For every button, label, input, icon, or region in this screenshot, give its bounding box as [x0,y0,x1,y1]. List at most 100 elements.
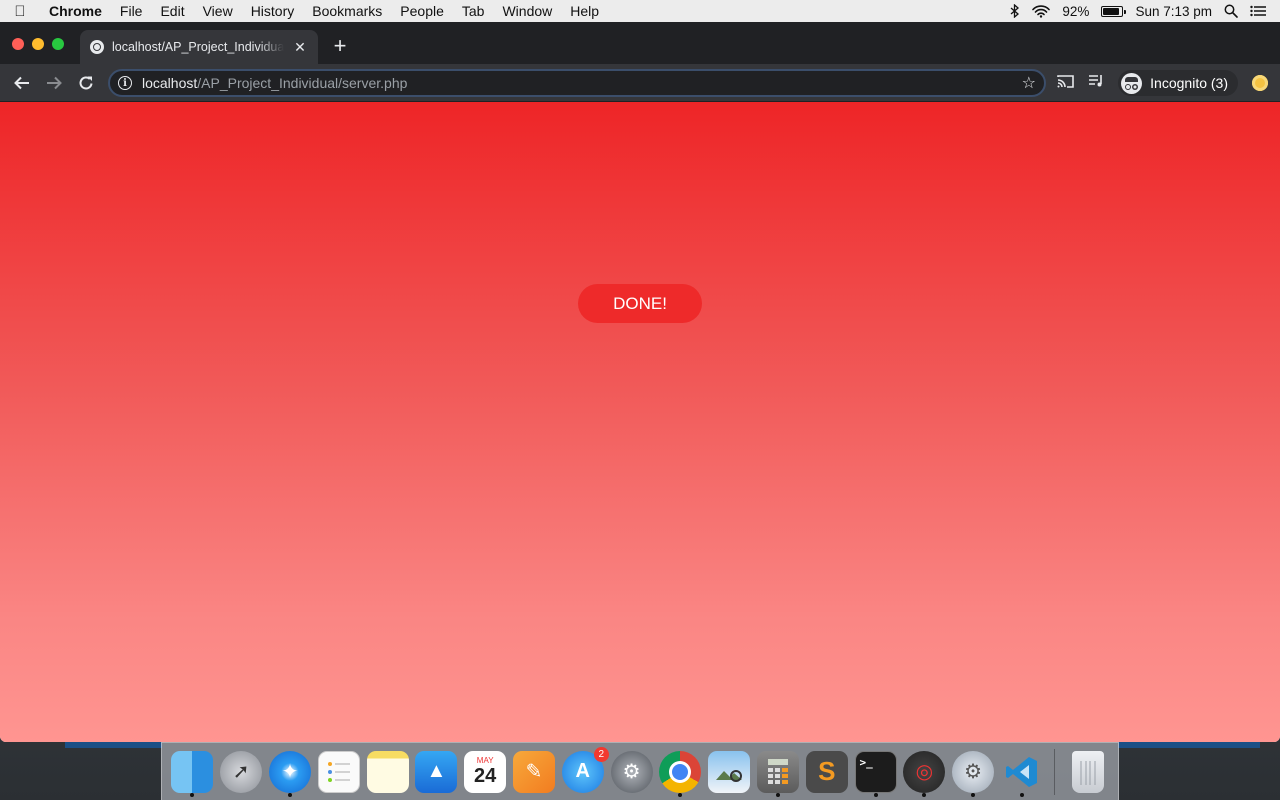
dock-item-trash[interactable] [1063,746,1112,798]
tab-title: localhost/AP_Project_Individual/server.p… [112,40,284,54]
running-indicator [922,792,927,797]
forward-button[interactable] [40,69,68,97]
safari-icon: ✦ [268,750,311,793]
calendar-month: MAY [476,755,494,765]
extension-icon[interactable] [1252,75,1268,91]
done-button[interactable]: DONE! [578,284,702,323]
incognito-icon [1121,72,1143,94]
calendar-day: 24 [474,764,497,787]
menu-edit[interactable]: Edit [151,0,193,22]
dock-item-chrome[interactable] [656,746,705,798]
menu-view[interactable]: View [194,0,242,22]
media-controls-icon[interactable] [1088,74,1104,92]
launchpad-icon: ➚ [220,750,263,793]
dock-separator [1054,748,1056,795]
preview-icon [708,750,751,793]
profile-label: Incognito (3) [1150,75,1228,91]
menu-bookmarks[interactable]: Bookmarks [303,0,391,22]
status-area: 92% Sun 7:13 pm [1010,0,1280,22]
running-indicator [287,792,292,797]
tab-close-icon[interactable]: ✕ [292,39,308,56]
finder-icon [171,750,214,793]
dock-item-app-store[interactable]: A2 [558,746,609,798]
menu-people[interactable]: People [391,0,453,22]
menu-history[interactable]: History [242,0,304,22]
new-tab-button[interactable]: + [330,35,350,57]
notes-icon [366,750,409,793]
running-indicator [971,792,976,797]
apple-menu-icon[interactable]:  [0,3,40,20]
address-bar[interactable]: i localhost/AP_Project_Individual/server… [108,69,1046,97]
vscode-icon [1001,751,1043,793]
running-indicator [678,792,683,797]
system-preferences-icon: ⚙ [610,750,653,793]
menu-help[interactable]: Help [561,0,608,22]
back-button[interactable] [8,69,36,97]
maximize-window-button[interactable] [52,38,64,50]
instruments-icon: ◎ [903,750,946,793]
dock-item-keynote[interactable]: ▲ [412,746,461,798]
bluetooth-icon[interactable] [1010,0,1020,22]
menu-app-chrome[interactable]: Chrome [40,0,111,22]
page-content: DONE! [0,102,1280,742]
chrome-window: localhost/AP_Project_Individual/server.p… [0,22,1280,742]
pages-icon: ✎ [512,750,555,793]
cast-icon[interactable] [1057,74,1074,92]
dock-item-calendar[interactable]: MAY 24 [461,746,510,798]
dock-item-settings[interactable]: ⚙ [949,746,998,798]
spotlight-search-icon[interactable] [1224,0,1238,22]
calculator-icon [756,750,799,793]
dock-item-calculator[interactable] [754,746,803,798]
reminders-icon [317,750,360,793]
globe-favicon-icon [90,40,104,54]
dock-item-instruments[interactable]: ◎ [900,746,949,798]
dock-item-vscode[interactable] [998,746,1047,798]
profile-incognito-button[interactable]: Incognito (3) [1118,70,1238,96]
tab-strip: localhost/AP_Project_Individual/server.p… [0,22,1280,64]
dock-item-system-preferences[interactable]: ⚙ [607,746,656,798]
running-indicator [190,792,195,797]
dock-item-finder[interactable] [168,746,217,798]
calendar-icon: MAY 24 [464,750,507,793]
desktop-window-edge [65,742,162,748]
minimize-window-button[interactable] [32,38,44,50]
menu-tab[interactable]: Tab [453,0,494,22]
dock-item-notes[interactable] [363,746,412,798]
terminal-icon: >_ [854,750,897,793]
close-window-button[interactable] [12,38,24,50]
menu-bar:  Chrome File Edit View History Bookmark… [0,0,1280,22]
tab-active[interactable]: localhost/AP_Project_Individual/server.p… [80,30,318,64]
chrome-icon [659,750,702,793]
site-info-icon[interactable]: i [118,76,132,90]
dock-item-preview[interactable] [705,746,754,798]
wifi-icon[interactable] [1032,0,1051,22]
dock: ➚ ✦ ▲ MAY 24 ✎ A2 ⚙ S >_ ◎ ⚙ [161,742,1119,800]
bookmark-star-icon[interactable]: ☆ [1022,73,1036,93]
sublime-text-icon: S [805,750,848,793]
dock-item-terminal[interactable]: >_ [851,746,900,798]
trash-icon [1071,750,1104,793]
toolbar-right: Incognito (3) [1057,64,1280,102]
dock-item-reminders[interactable] [314,746,363,798]
menu-window[interactable]: Window [493,0,561,22]
dock-item-safari[interactable]: ✦ [266,746,315,798]
running-indicator [775,792,780,797]
battery-percent: 92% [1062,3,1090,19]
battery-icon[interactable] [1101,0,1127,22]
window-controls [12,38,64,50]
url-text[interactable]: localhost/AP_Project_Individual/server.p… [142,75,407,91]
notification-center-icon[interactable] [1250,0,1266,22]
dock-item-pages[interactable]: ✎ [510,746,559,798]
dock-item-sublime-text[interactable]: S [802,746,851,798]
app-store-icon: A2 [561,746,609,793]
desktop-window-edge-right [1118,742,1260,748]
menu-file[interactable]: File [111,0,152,22]
reload-button[interactable] [72,69,100,97]
browser-toolbar: i localhost/AP_Project_Individual/server… [0,64,1280,102]
url-host: localhost [142,75,198,91]
running-indicator [1019,792,1024,797]
keynote-icon: ▲ [415,750,458,793]
clock[interactable]: Sun 7:13 pm [1135,4,1212,19]
url-path: /AP_Project_Individual/server.php [197,75,408,91]
dock-item-launchpad[interactable]: ➚ [217,746,266,798]
